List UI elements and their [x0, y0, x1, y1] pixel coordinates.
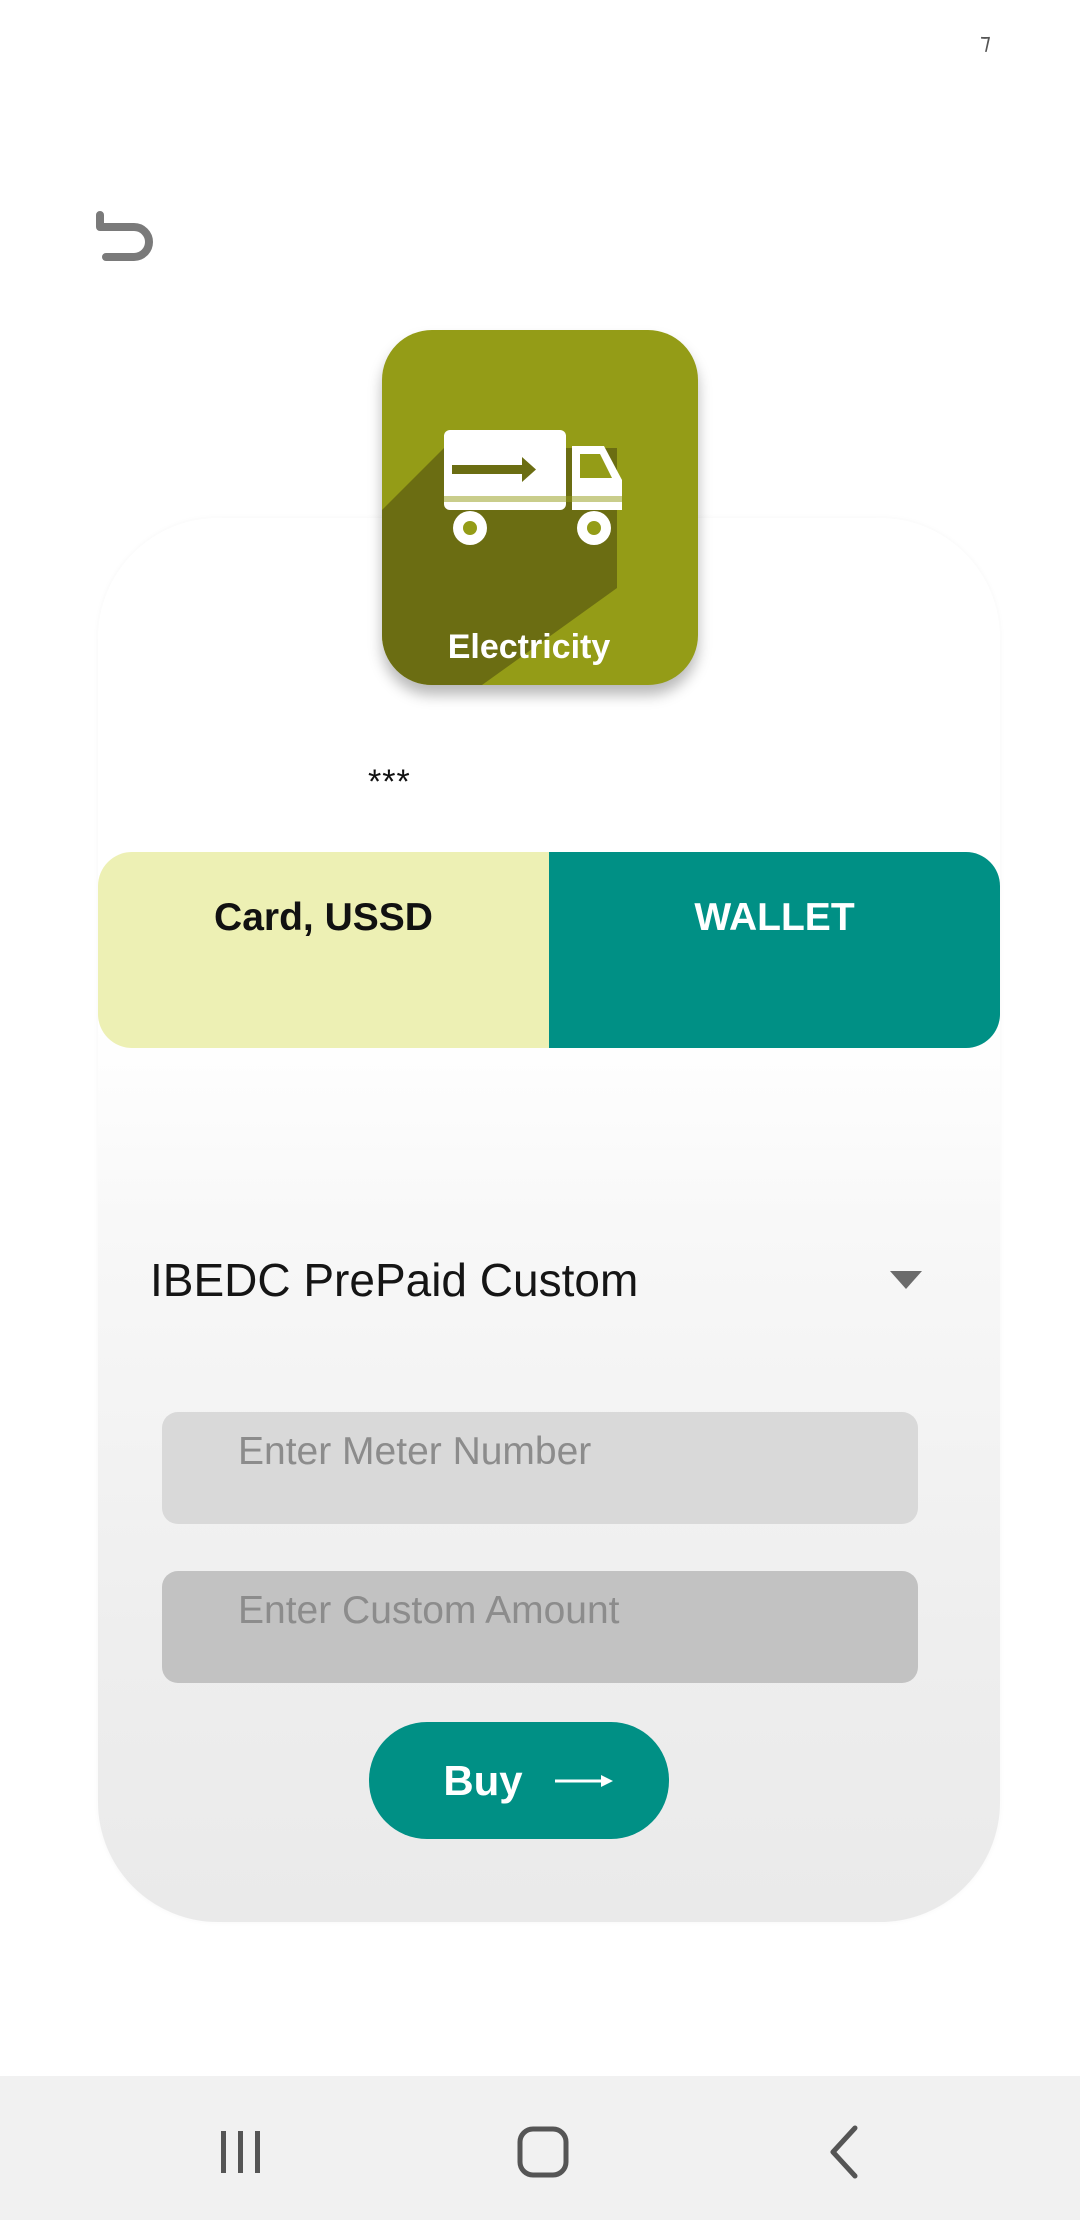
home-icon — [517, 2126, 569, 2178]
masked-text: *** — [368, 763, 411, 801]
tab-card-ussd-label: Card, USSD — [214, 896, 433, 939]
nav-back-button[interactable] — [795, 2112, 895, 2192]
buy-button-label: Buy — [443, 1756, 523, 1804]
back-icon — [830, 2125, 858, 2179]
tab-wallet[interactable]: WALLET — [549, 852, 1000, 1048]
recents-icon — [221, 2131, 260, 2173]
long-arrow-right-icon — [554, 1774, 613, 1787]
payment-method-tabs: Card, USSD WALLET — [98, 852, 1000, 1048]
delivery-truck-icon — [444, 430, 622, 545]
product-dropdown[interactable]: IBEDC PrePaid Custom — [150, 1240, 930, 1320]
screen: ⁊ Electricity *** Card, USSD WALLET IBED… — [0, 0, 1080, 2220]
nav-recents-button[interactable] — [191, 2112, 291, 2192]
back-button[interactable] — [90, 205, 170, 275]
payment-card — [98, 518, 1000, 1922]
caret-down-icon — [890, 1271, 922, 1289]
meter-number-input[interactable]: Enter Meter Number — [162, 1412, 918, 1524]
system-navigation-bar — [0, 2076, 1080, 2220]
tab-card-ussd[interactable]: Card, USSD — [98, 852, 549, 1048]
nav-home-button[interactable] — [493, 2112, 593, 2192]
dropdown-selected-value: IBEDC PrePaid Custom — [150, 1254, 639, 1306]
tab-wallet-label: WALLET — [694, 896, 855, 939]
electricity-tile: Electricity — [382, 330, 698, 685]
undo-arrow-icon — [96, 211, 153, 261]
status-indicator: ⁊ — [980, 30, 991, 55]
custom-amount-input[interactable]: Enter Custom Amount — [162, 1571, 918, 1683]
buy-button[interactable]: Buy — [369, 1722, 669, 1839]
tile-label: Electricity — [447, 628, 611, 666]
